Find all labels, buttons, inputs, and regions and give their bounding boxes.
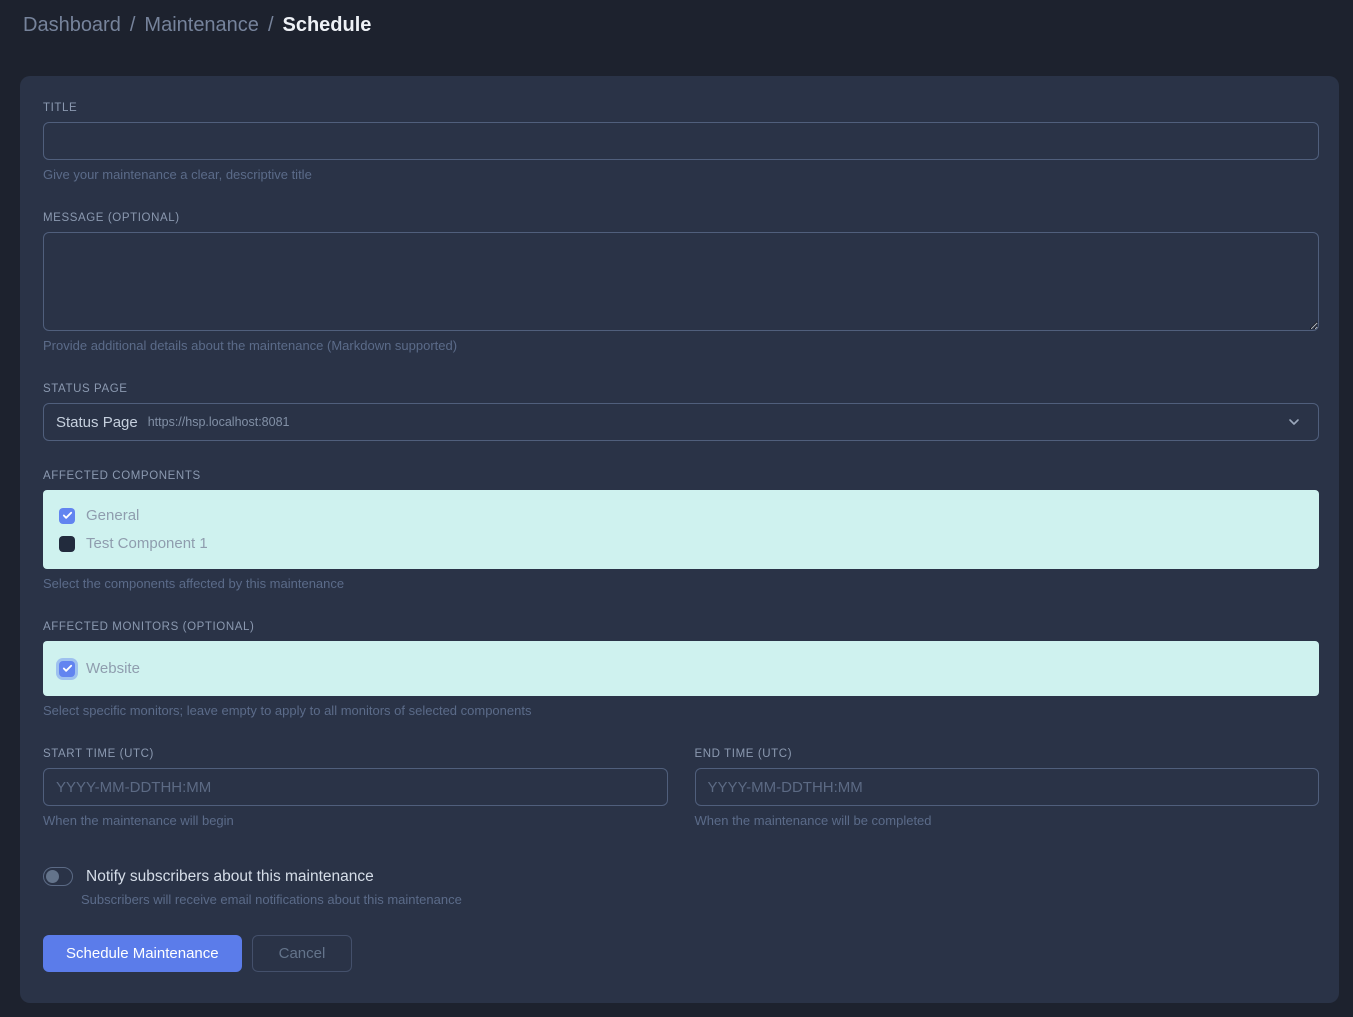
title-field: TITLE Give your maintenance a clear, des… [43,102,1319,183]
cancel-button[interactable]: Cancel [252,935,353,972]
schedule-maintenance-form: TITLE Give your maintenance a clear, des… [20,76,1339,1003]
affected-components-field: AFFECTED COMPONENTS General Test Compone… [43,470,1319,592]
breadcrumb: Dashboard / Maintenance / Schedule [23,12,371,38]
affected-monitors-panel: Website [43,641,1319,696]
affected-components-panel: General Test Component 1 [43,490,1319,569]
affected-components-label: AFFECTED COMPONENTS [43,470,1319,482]
status-page-select[interactable]: Status Page https://hsp.localhost:8081 [43,403,1319,441]
checkbox-checked-icon [59,661,75,677]
breadcrumb-bar: Dashboard / Maintenance / Schedule [0,0,1353,50]
chevron-down-icon [1286,414,1302,430]
message-label: MESSAGE (OPTIONAL) [43,212,1319,224]
time-row: START TIME (UTC) When the maintenance wi… [43,748,1319,829]
end-time-label: END TIME (UTC) [695,748,1320,760]
toggle-knob-icon [46,870,59,883]
title-helper: Give your maintenance a clear, descripti… [43,167,1319,183]
affected-monitors-label: AFFECTED MONITORS (OPTIONAL) [43,621,1319,633]
status-page-selected-url: https://hsp.localhost:8081 [148,415,290,429]
status-page-selected-name: Status Page [56,414,138,431]
affected-monitors-helper: Select specific monitors; leave empty to… [43,703,1319,719]
title-label: TITLE [43,102,1319,114]
schedule-maintenance-button[interactable]: Schedule Maintenance [43,935,242,972]
start-time-label: START TIME (UTC) [43,748,668,760]
status-page-field: STATUS PAGE Status Page https://hsp.loca… [43,383,1319,441]
affected-components-helper: Select the components affected by this m… [43,576,1319,592]
end-time-field: END TIME (UTC) When the maintenance will… [695,748,1320,829]
breadcrumb-separator: / [268,12,274,38]
monitor-option-label: Website [86,660,140,677]
checkbox-checked-icon [59,508,75,524]
component-option-label: Test Component 1 [86,535,208,552]
affected-monitors-field: AFFECTED MONITORS (OPTIONAL) Website Sel… [43,621,1319,719]
monitor-option-website[interactable]: Website [59,656,1303,681]
component-option-label: General [86,507,139,524]
message-helper: Provide additional details about the mai… [43,338,1319,354]
title-input[interactable] [43,122,1319,160]
notify-label: Notify subscribers about this maintenanc… [86,868,374,886]
message-field: MESSAGE (OPTIONAL) Provide additional de… [43,212,1319,354]
start-time-helper: When the maintenance will begin [43,813,668,829]
breadcrumb-separator: / [130,12,136,38]
end-time-input[interactable] [695,768,1320,806]
breadcrumb-link-dashboard[interactable]: Dashboard [23,12,121,38]
notify-toggle-row: Notify subscribers about this maintenanc… [43,867,1319,886]
breadcrumb-current-schedule: Schedule [283,12,372,38]
message-textarea[interactable] [43,232,1319,331]
start-time-field: START TIME (UTC) When the maintenance wi… [43,748,668,829]
notify-toggle[interactable] [43,867,73,886]
status-page-label: STATUS PAGE [43,383,1319,395]
notify-helper: Subscribers will receive email notificat… [81,892,1319,908]
checkbox-unchecked-icon [59,536,75,552]
start-time-input[interactable] [43,768,668,806]
end-time-helper: When the maintenance will be completed [695,813,1320,829]
form-actions: Schedule Maintenance Cancel [43,935,1319,972]
component-option-test-component-1[interactable]: Test Component 1 [59,531,1303,556]
component-option-general[interactable]: General [59,503,1303,528]
breadcrumb-link-maintenance[interactable]: Maintenance [144,12,259,38]
